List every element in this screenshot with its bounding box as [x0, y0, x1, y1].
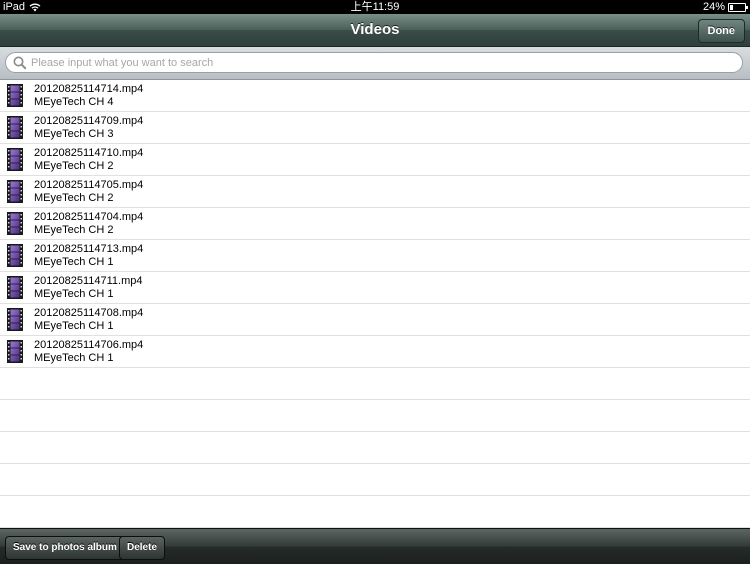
film-strip-icon — [7, 116, 23, 139]
status-time: 上午11:59 — [350, 1, 400, 13]
film-strip-icon — [7, 308, 23, 331]
film-strip-icon — [7, 148, 23, 171]
search-icon — [13, 56, 27, 69]
file-channel: MEyeTech CH 2 — [34, 192, 114, 204]
file-list: 20120825114714.mp4 MEyeTech CH 4 2012082… — [0, 80, 750, 528]
search-input[interactable] — [29, 56, 742, 69]
list-item[interactable]: 20120825114709.mp4 MEyeTech CH 3 — [0, 112, 750, 144]
battery-fill — [730, 5, 734, 10]
list-item[interactable]: 20120825114705.mp4 MEyeTech CH 2 — [0, 176, 750, 208]
status-bar: iPad 上午11:59 24% — [0, 0, 750, 14]
empty-row — [0, 496, 750, 528]
film-strip-icon — [7, 244, 23, 267]
empty-row — [0, 400, 750, 432]
empty-row — [0, 368, 750, 400]
file-name: 20120825114713.mp4 — [34, 243, 144, 255]
list-item[interactable]: 20120825114713.mp4 MEyeTech CH 1 — [0, 240, 750, 272]
save-to-photos-album-button[interactable]: Save to photos album — [5, 536, 125, 560]
file-name: 20120825114709.mp4 — [34, 115, 144, 127]
list-item[interactable]: 20120825114711.mp4 MEyeTech CH 1 — [0, 272, 750, 304]
film-strip-icon — [7, 84, 23, 107]
film-strip-icon — [7, 180, 23, 203]
file-channel: MEyeTech CH 1 — [34, 352, 114, 364]
list-item[interactable]: 20120825114704.mp4 MEyeTech CH 2 — [0, 208, 750, 240]
file-channel: MEyeTech CH 1 — [34, 320, 114, 332]
file-name: 20120825114706.mp4 — [34, 339, 144, 351]
bottom-toolbar: Save to photos album Delete — [0, 528, 750, 564]
file-name: 20120825114708.mp4 — [34, 307, 144, 319]
file-channel: MEyeTech CH 2 — [34, 160, 114, 172]
list-item[interactable]: 20120825114714.mp4 MEyeTech CH 4 — [0, 80, 750, 112]
list-item[interactable]: 20120825114708.mp4 MEyeTech CH 1 — [0, 304, 750, 336]
list-item[interactable]: 20120825114710.mp4 MEyeTech CH 2 — [0, 144, 750, 176]
file-name: 20120825114711.mp4 — [34, 275, 143, 287]
navigation-bar: Videos Done — [0, 14, 750, 47]
file-channel: MEyeTech CH 1 — [34, 288, 114, 300]
delete-button[interactable]: Delete — [119, 536, 166, 560]
film-strip-icon — [7, 276, 23, 299]
search-field[interactable] — [5, 52, 743, 73]
file-name: 20120825114710.mp4 — [34, 147, 144, 159]
done-button[interactable]: Done — [697, 19, 745, 43]
status-right: 24% — [702, 0, 748, 14]
battery-percent: 24% — [702, 1, 725, 13]
empty-row — [0, 432, 750, 464]
file-channel: MEyeTech CH 1 — [34, 256, 114, 268]
page-title: Videos — [350, 21, 400, 38]
search-bar — [0, 47, 750, 80]
battery-icon — [728, 3, 748, 12]
file-name: 20120825114705.mp4 — [34, 179, 144, 191]
file-channel: MEyeTech CH 2 — [34, 224, 114, 236]
file-channel: MEyeTech CH 4 — [34, 96, 114, 108]
file-name: 20120825114714.mp4 — [34, 83, 144, 95]
film-strip-icon — [7, 212, 23, 235]
list-item[interactable]: 20120825114706.mp4 MEyeTech CH 1 — [0, 336, 750, 368]
film-strip-icon — [7, 340, 23, 363]
file-name: 20120825114704.mp4 — [34, 211, 144, 223]
empty-row — [0, 464, 750, 496]
file-channel: MEyeTech CH 3 — [34, 128, 114, 140]
